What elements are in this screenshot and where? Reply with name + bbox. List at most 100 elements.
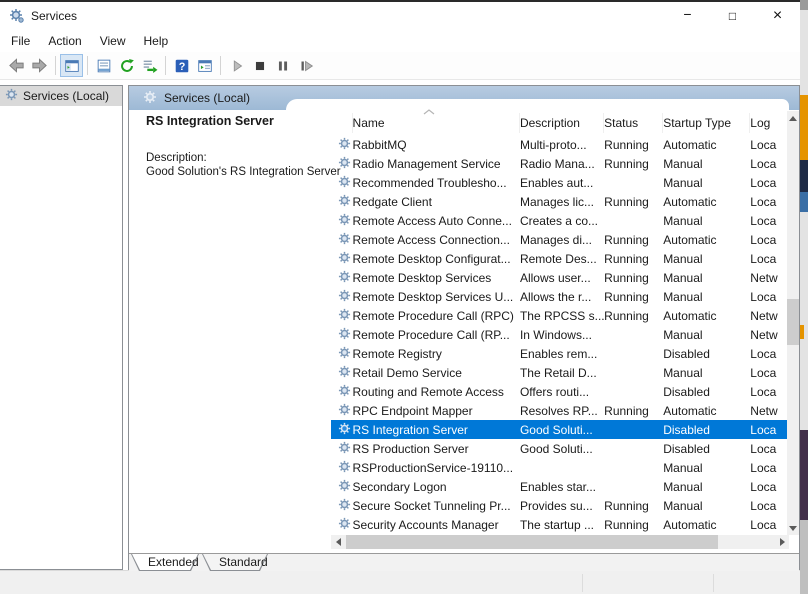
- scroll-down-icon[interactable]: [787, 521, 799, 535]
- service-name: Security Accounts Manager: [353, 518, 520, 532]
- service-row[interactable]: Remote Access Auto Conne... Creates a co…: [331, 211, 789, 230]
- services-list-pane: Services (Local) RS Integration Server D…: [128, 85, 800, 570]
- stop-service-button[interactable]: [248, 54, 271, 77]
- scroll-right-icon[interactable]: [775, 535, 789, 549]
- service-startup-type: Manual: [663, 214, 750, 228]
- service-log-on-as: Loca: [750, 461, 789, 475]
- service-row[interactable]: Secure Socket Tunneling Pr... Provides s…: [331, 496, 789, 515]
- service-log-on-as: Loca: [750, 176, 789, 190]
- service-name: RPC Endpoint Mapper: [353, 404, 520, 418]
- minimize-button[interactable]: −: [665, 2, 710, 30]
- service-row[interactable]: Security Accounts Manager The startup ..…: [331, 515, 789, 534]
- service-description: Resolves RP...: [520, 404, 604, 418]
- service-row[interactable]: RPC Endpoint Mapper Resolves RP... Runni…: [331, 401, 789, 420]
- service-row[interactable]: Remote Access Connection... Manages di..…: [331, 230, 789, 249]
- background-window-strip: [800, 0, 808, 594]
- service-status: Running: [604, 499, 663, 513]
- service-gear-icon: [338, 194, 351, 210]
- service-name: RSProductionService-19110...: [353, 461, 520, 475]
- vertical-scrollbar[interactable]: [787, 111, 799, 535]
- tree-item-services-local[interactable]: Services (Local): [0, 86, 122, 106]
- service-startup-type: Manual: [663, 328, 750, 342]
- service-row[interactable]: Secondary Logon Enables star... Manual L…: [331, 477, 789, 496]
- back-arrow-button[interactable]: [5, 54, 28, 77]
- service-description: The startup ...: [520, 518, 604, 532]
- export-list-button[interactable]: [138, 54, 161, 77]
- scroll-up-icon[interactable]: [787, 111, 799, 125]
- pause-service-button[interactable]: [271, 54, 294, 77]
- services-list-card: Name Description Status Startup Type Log…: [286, 99, 789, 549]
- menu-file[interactable]: File: [2, 32, 39, 50]
- service-log-on-as: Loca: [750, 347, 789, 361]
- service-row[interactable]: Radio Management Service Radio Mana... R…: [331, 154, 789, 173]
- service-log-on-as: Netw: [750, 271, 789, 285]
- service-description: Offers routi...: [520, 385, 604, 399]
- service-row[interactable]: Retail Demo Service The Retail D... Manu…: [331, 363, 789, 382]
- service-description: Enables rem...: [520, 347, 604, 361]
- service-gear-icon: [338, 346, 351, 362]
- start-service-button[interactable]: [225, 54, 248, 77]
- refresh-icon: [118, 57, 136, 75]
- service-gear-icon: [5, 88, 18, 104]
- vertical-scrollbar-thumb[interactable]: [787, 299, 799, 345]
- service-row[interactable]: Remote Desktop Services U... Allows the …: [331, 287, 789, 306]
- service-status: Running: [604, 195, 663, 209]
- service-description: Good Soluti...: [520, 442, 604, 456]
- service-description: Remote Des...: [520, 252, 604, 266]
- service-row[interactable]: RS Integration Server Good Soluti... Dis…: [331, 420, 789, 439]
- close-button[interactable]: ×: [755, 2, 800, 30]
- restart-service-button[interactable]: [294, 54, 317, 77]
- toolbar-separator: [55, 56, 56, 75]
- forward-arrow-icon: [30, 56, 49, 75]
- refresh-button[interactable]: [115, 54, 138, 77]
- help-icon: ?: [173, 57, 191, 75]
- service-description: In Windows...: [520, 328, 604, 342]
- column-header-log-on-as[interactable]: Log: [750, 113, 789, 133]
- column-header-startup-type[interactable]: Startup Type: [663, 113, 750, 133]
- properties-button[interactable]: [92, 54, 115, 77]
- service-log-on-as: Netw: [750, 309, 789, 323]
- service-log-on-as: Netw: [750, 404, 789, 418]
- menu-help[interactable]: Help: [135, 32, 178, 50]
- horizontal-scrollbar[interactable]: [331, 535, 789, 549]
- service-row[interactable]: Recommended Troublesho... Enables aut...…: [331, 173, 789, 192]
- service-name: Retail Demo Service: [353, 366, 520, 380]
- service-startup-type: Disabled: [663, 347, 750, 361]
- service-row[interactable]: Routing and Remote Access Offers routi..…: [331, 382, 789, 401]
- services-rows: RabbitMQ Multi-proto... Running Automati…: [331, 135, 789, 534]
- service-gear-icon: [338, 232, 351, 248]
- menu-action[interactable]: Action: [39, 32, 90, 50]
- help-button[interactable]: ?: [170, 54, 193, 77]
- service-row[interactable]: Redgate Client Manages lic... Running Au…: [331, 192, 789, 211]
- service-row[interactable]: Remote Desktop Configurat... Remote Des.…: [331, 249, 789, 268]
- tab-standard[interactable]: Standard: [202, 554, 268, 571]
- service-row[interactable]: RSProductionService-19110... Manual Loca: [331, 458, 789, 477]
- service-gear-icon: [338, 270, 351, 286]
- service-row[interactable]: Remote Procedure Call (RP... In Windows.…: [331, 325, 789, 344]
- tab-extended[interactable]: Extended: [131, 554, 199, 571]
- service-name: Remote Access Auto Conne...: [353, 214, 520, 228]
- column-header-description[interactable]: Description: [520, 113, 604, 133]
- service-startup-type: Manual: [663, 499, 750, 513]
- forward-arrow-button[interactable]: [28, 54, 51, 77]
- service-row[interactable]: Remote Procedure Call (RPC) The RPCSS s.…: [331, 306, 789, 325]
- service-row[interactable]: RabbitMQ Multi-proto... Running Automati…: [331, 135, 789, 154]
- service-log-on-as: Loca: [750, 157, 789, 171]
- service-name: Remote Procedure Call (RP...: [353, 328, 520, 342]
- service-row[interactable]: Remote Desktop Services Allows user... R…: [331, 268, 789, 287]
- scroll-left-icon[interactable]: [331, 535, 345, 549]
- menu-view[interactable]: View: [91, 32, 135, 50]
- selected-service-name: RS Integration Server: [146, 114, 341, 128]
- service-gear-icon: [338, 251, 351, 267]
- horizontal-scrollbar-thumb[interactable]: [346, 535, 718, 549]
- show-action-pane-button[interactable]: [193, 54, 216, 77]
- service-row[interactable]: RS Production Server Good Soluti... Disa…: [331, 439, 789, 458]
- column-header-name[interactable]: Name: [353, 113, 520, 133]
- service-log-on-as: Loca: [750, 252, 789, 266]
- column-header-status[interactable]: Status: [604, 113, 663, 133]
- maximize-button[interactable]: □: [710, 2, 755, 30]
- show-console-tree-button[interactable]: [60, 54, 83, 77]
- service-gear-icon: [338, 403, 351, 419]
- service-row[interactable]: Remote Registry Enables rem... Disabled …: [331, 344, 789, 363]
- service-startup-type: Automatic: [663, 518, 750, 532]
